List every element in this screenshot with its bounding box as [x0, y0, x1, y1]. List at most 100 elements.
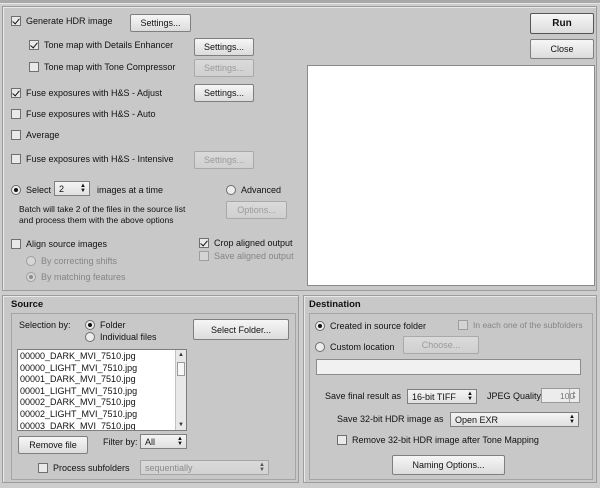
created-in-source-label: Created in source folder — [330, 321, 427, 331]
scroll-down-icon[interactable]: ▼ — [176, 420, 186, 430]
tone-compressor-checkbox-row[interactable]: Tone map with Tone Compressor — [29, 62, 175, 72]
matching-features-label: By matching features — [41, 272, 126, 282]
fuse-adjust-checkbox[interactable] — [11, 88, 21, 98]
destination-path-input[interactable] — [316, 359, 581, 375]
each-subfolder-checkbox[interactable] — [458, 320, 468, 330]
tone-compressor-settings-button[interactable]: Settings... — [194, 59, 254, 77]
individual-files-label: Individual files — [100, 332, 157, 342]
naming-options-button[interactable]: Naming Options... — [392, 455, 505, 475]
generate-hdr-checkbox[interactable] — [11, 16, 21, 26]
fuse-auto-checkbox-row[interactable]: Fuse exposures with H&S - Auto — [11, 109, 156, 119]
hdr-settings-button[interactable]: Settings... — [130, 14, 191, 32]
folder-radio[interactable] — [85, 320, 95, 330]
tone-compressor-checkbox[interactable] — [29, 62, 39, 72]
select-radio-row[interactable]: Select — [11, 185, 51, 195]
details-enhancer-label: Tone map with Details Enhancer — [44, 40, 174, 50]
jpeg-quality-spinner[interactable]: 100 ▲ ▼ — [541, 388, 580, 403]
generate-hdr-label: Generate HDR image — [26, 16, 113, 26]
crop-aligned-checkbox[interactable] — [199, 238, 209, 248]
folder-label: Folder — [100, 320, 126, 330]
align-checkbox-row[interactable]: Align source images — [11, 239, 107, 249]
fuse-intensive-checkbox-row[interactable]: Fuse exposures with H&S - Intensive — [11, 154, 174, 164]
save-aligned-checkbox-row[interactable]: Save aligned output — [199, 251, 294, 261]
jpeg-quality-label: JPEG Quality: — [487, 391, 544, 401]
fuse-auto-checkbox[interactable] — [11, 109, 21, 119]
images-at-a-time-label: images at a time — [97, 185, 164, 195]
save-hdr-label: Save 32-bit HDR image as — [337, 414, 444, 424]
matching-features-radio-row[interactable]: By matching features — [26, 272, 126, 282]
source-title: Source — [11, 299, 44, 310]
spinner-arrows-icon[interactable]: ▲ ▼ — [569, 389, 578, 402]
matching-features-radio[interactable] — [26, 272, 36, 282]
remove-hdr-checkbox-row[interactable]: Remove 32-bit HDR image after Tone Mappi… — [337, 435, 539, 445]
each-subfolder-label: In each one of the subfolders — [473, 320, 583, 330]
custom-location-radio[interactable] — [315, 342, 325, 352]
scroll-thumb[interactable] — [177, 362, 185, 376]
details-enhancer-checkbox-row[interactable]: Tone map with Details Enhancer — [29, 40, 173, 50]
correcting-shifts-radio[interactable] — [26, 256, 36, 266]
individual-files-radio-row[interactable]: Individual files — [85, 332, 157, 342]
select-folder-button[interactable]: Select Folder... — [193, 319, 289, 340]
run-button[interactable]: Run — [530, 13, 594, 34]
fuse-adjust-checkbox-row[interactable]: Fuse exposures with H&S - Adjust — [11, 88, 162, 98]
filter-value: All — [145, 436, 156, 447]
save-final-label: Save final result as — [325, 391, 402, 401]
correcting-shifts-radio-row[interactable]: By correcting shifts — [26, 256, 117, 266]
remove-file-button[interactable]: Remove file — [18, 436, 88, 454]
final-format-select[interactable]: 16-bit TIFF ▲ ▼ — [407, 389, 477, 404]
details-enhancer-settings-button[interactable]: Settings... — [194, 38, 254, 56]
images-at-a-time-row: images at a time — [97, 185, 163, 195]
order-select[interactable]: sequentially ▲ ▼ — [140, 460, 269, 475]
select-arrows-icon: ▲ ▼ — [569, 413, 575, 425]
advanced-radio-row[interactable]: Advanced — [226, 185, 281, 195]
file-list-scrollbar[interactable]: ▲ ▼ — [175, 350, 186, 430]
process-subfolders-checkbox[interactable] — [38, 463, 48, 473]
source-file-list[interactable]: 00000_DARK_MVI_7510.jpg 00000_LIGHT_MVI_… — [17, 349, 187, 431]
crop-aligned-checkbox-row[interactable]: Crop aligned output — [199, 238, 293, 248]
batch-description-line1: Batch will take 2 of the files in the so… — [19, 204, 186, 214]
average-checkbox[interactable] — [11, 130, 21, 140]
advanced-label: Advanced — [241, 185, 282, 195]
save-aligned-checkbox[interactable] — [199, 251, 209, 261]
list-item[interactable]: 00003_DARK_MVI_7510.jpg — [18, 421, 186, 430]
file-list-items: 00000_DARK_MVI_7510.jpg 00000_LIGHT_MVI_… — [18, 350, 186, 430]
fuse-intensive-settings-button[interactable]: Settings... — [194, 151, 254, 169]
image-count-select[interactable]: 2 ▲ ▼ — [54, 181, 90, 196]
average-checkbox-row[interactable]: Average — [11, 130, 59, 140]
custom-location-label: Custom location — [330, 342, 395, 352]
scroll-up-icon[interactable]: ▲ — [176, 350, 186, 360]
fuse-intensive-checkbox[interactable] — [11, 154, 21, 164]
folder-radio-row[interactable]: Folder — [85, 320, 126, 330]
custom-location-radio-row[interactable]: Custom location — [315, 342, 395, 352]
details-enhancer-checkbox[interactable] — [29, 40, 39, 50]
options-button[interactable]: Options... — [226, 201, 287, 219]
batch-description: Batch will take 2 of the files in the so… — [19, 204, 185, 226]
tone-compressor-label: Tone map with Tone Compressor — [44, 62, 176, 72]
created-in-source-radio[interactable] — [315, 321, 325, 331]
order-value: sequentially — [145, 462, 193, 473]
choose-button[interactable]: Choose... — [403, 336, 479, 354]
generate-hdr-checkbox-row[interactable]: Generate HDR image — [11, 16, 113, 26]
select-radio[interactable] — [11, 185, 21, 195]
filter-select[interactable]: All ▲ ▼ — [140, 434, 187, 449]
hdr-format-select[interactable]: Open EXR ▲ ▼ — [450, 412, 579, 427]
list-item[interactable]: 00002_LIGHT_MVI_7510.jpg — [18, 409, 186, 421]
list-item[interactable]: 00002_DARK_MVI_7510.jpg — [18, 397, 186, 409]
close-button[interactable]: Close — [530, 39, 594, 59]
save-aligned-label: Save aligned output — [214, 251, 294, 261]
list-item[interactable]: 00001_LIGHT_MVI_7510.jpg — [18, 386, 186, 398]
individual-files-radio[interactable] — [85, 332, 95, 342]
select-arrows-icon: ▲ ▼ — [467, 390, 473, 402]
each-subfolder-checkbox-row[interactable]: In each one of the subfolders — [458, 320, 583, 330]
fuse-intensive-label: Fuse exposures with H&S - Intensive — [26, 154, 174, 164]
remove-hdr-checkbox[interactable] — [337, 435, 347, 445]
advanced-radio[interactable] — [226, 185, 236, 195]
process-subfolders-checkbox-row[interactable]: Process subfolders — [38, 463, 130, 473]
created-in-source-radio-row[interactable]: Created in source folder — [315, 321, 426, 331]
list-item[interactable]: 00000_DARK_MVI_7510.jpg — [18, 351, 186, 363]
list-item[interactable]: 00000_LIGHT_MVI_7510.jpg — [18, 363, 186, 375]
final-format-value: 16-bit TIFF — [412, 391, 456, 402]
fuse-adjust-settings-button[interactable]: Settings... — [194, 84, 254, 102]
align-checkbox[interactable] — [11, 239, 21, 249]
list-item[interactable]: 00001_DARK_MVI_7510.jpg — [18, 374, 186, 386]
